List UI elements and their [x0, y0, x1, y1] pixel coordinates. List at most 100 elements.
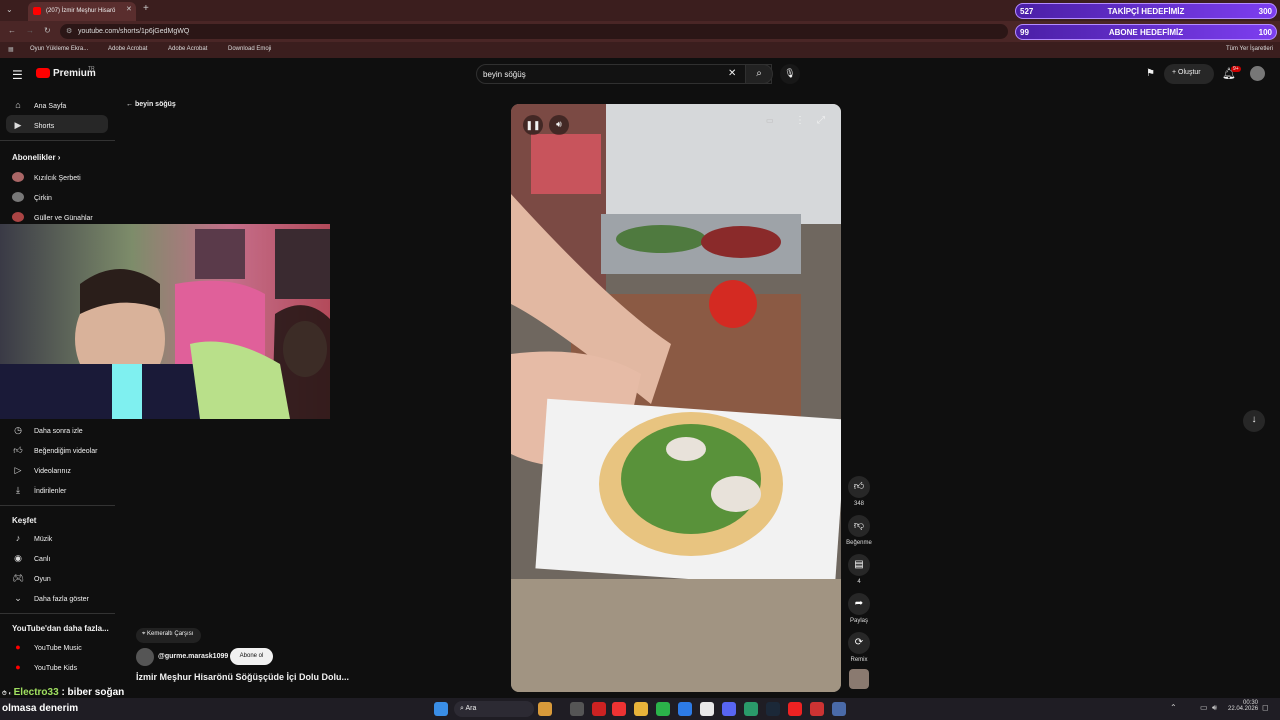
app-icon[interactable] [810, 702, 824, 716]
file-explorer-icon[interactable] [634, 702, 648, 716]
youtube-logo-icon[interactable] [36, 68, 50, 78]
notification-center-icon[interactable]: ◻ [1262, 703, 1269, 712]
network-icon[interactable]: ▭ [1200, 703, 1208, 712]
dislike-button[interactable]: 👎︎ Beğenme [846, 515, 872, 546]
url-text: youtube.com/shorts/1p6jGedMgWQ [78, 28, 190, 35]
taskbar-search[interactable]: ⌕ Ara [454, 701, 534, 717]
chrome-icon[interactable] [700, 702, 714, 716]
app-icon[interactable] [744, 702, 758, 716]
home-icon: ⌂ [15, 100, 21, 110]
bookmark-item[interactable]: Adobe Acrobat [168, 46, 207, 52]
more-options-icon[interactable]: ⋮ [795, 115, 805, 126]
chat-badges-icon: ⏱ ◐ [2, 691, 14, 697]
captions-icon[interactable]: ▭ [766, 116, 774, 125]
browser-tab[interactable]: (207) İzmir Meşhur Hisarö [28, 2, 136, 21]
webcam-image [0, 224, 330, 419]
channel-avatar: • [12, 212, 24, 222]
country-code: TR [88, 66, 95, 72]
channel-name[interactable]: @gurme.marask1099 [158, 653, 228, 660]
create-button[interactable]: + Oluştur [1164, 64, 1214, 84]
app-icon[interactable] [678, 702, 692, 716]
sidebar-item-watch-later[interactable]: ◷ Daha sonra izle [12, 425, 83, 436]
bookmark-item[interactable]: Adobe Acrobat [108, 46, 147, 52]
sidebar-item-liked-videos[interactable]: 👍︎ Beğendiğim videolar [12, 445, 97, 456]
pause-button[interactable]: ❚❚ [523, 115, 543, 135]
sidebar-item-show-more[interactable]: ⌄ Daha fazla göster [12, 593, 89, 604]
volume-icon[interactable]: 🔊︎ [549, 115, 569, 135]
comment-icon: ▤ [848, 554, 870, 576]
location-chip[interactable]: ⌖ Kemeraltı Çarşısı [136, 628, 202, 643]
play-icon: ▷ [14, 465, 22, 475]
app-icon[interactable] [612, 702, 626, 716]
comments-button[interactable]: ▤ 4 [846, 554, 872, 585]
more-from-youtube-heading: YouTube'dan daha fazla... [12, 624, 109, 633]
clear-search-icon[interactable]: ✕ [728, 68, 736, 79]
app-icon[interactable] [592, 702, 606, 716]
tab-close-icon[interactable]: ✕ [126, 5, 132, 13]
sound-thumbnail[interactable] [849, 669, 869, 689]
task-view-icon[interactable] [570, 702, 584, 716]
divider [0, 613, 115, 614]
sidebar-item-your-videos[interactable]: ▷ Videolarınız [12, 465, 71, 476]
fullscreen-icon[interactable]: ⤢ [817, 115, 825, 126]
short-title[interactable]: İzmir Meşhur Hisarönü Söğüşçüde İçi Dolu… [136, 672, 349, 682]
sidebar-item-gaming[interactable]: 🎮︎ Oyun [12, 573, 50, 584]
goal-label: ABONE HEDEFİMİZ [1108, 28, 1184, 37]
subscription-item[interactable]: •Kızılcık Şerbeti [12, 172, 81, 182]
subscription-item[interactable]: •Güller ve Günahlar [12, 212, 93, 222]
remix-button[interactable]: ⟳ Remix [846, 632, 872, 663]
avatar[interactable] [1250, 66, 1265, 81]
music-icon: ♪ [15, 533, 21, 543]
subscribe-button[interactable]: Abone ol [230, 648, 273, 665]
all-bookmarks[interactable]: Tüm Yer İşaretleri [1226, 46, 1273, 52]
sidebar-item-shorts[interactable]: ▶ Shorts [12, 120, 55, 131]
settings-icon[interactable] [832, 702, 846, 716]
chat-user: Electro33 [13, 687, 59, 698]
sidebar-item-live[interactable]: ◉ Canlı [12, 553, 50, 564]
sidebar-item-youtube-kids[interactable]: ● YouTube Kids [12, 662, 77, 672]
url-field[interactable]: ⚙ youtube.com/shorts/1p6jGedMgWQ [60, 24, 1008, 39]
apps-icon[interactable]: ▦ [8, 46, 14, 53]
subscription-item[interactable]: •Çirkin [12, 192, 52, 202]
short-video-player[interactable]: ❚❚ 🔊︎ ▭ ⋮ ⤢ [511, 104, 841, 692]
bookmark-item[interactable]: Download Emoji [228, 46, 271, 52]
download-icon: ⤓ [16, 485, 20, 495]
channel-avatar[interactable] [136, 648, 154, 666]
new-tab-button[interactable]: + [143, 3, 149, 14]
discord-icon[interactable] [722, 702, 736, 716]
like-button[interactable]: 👍︎ 348 [846, 476, 872, 507]
bookmarks-bar: ▦ Oyun Yükleme Ekra... Adobe Acrobat Ado… [0, 42, 1280, 58]
reload-icon[interactable]: ↻ [44, 26, 51, 35]
tray-chevron-icon[interactable]: ⌃ [1170, 703, 1177, 712]
sidebar-item-music[interactable]: ♪ Müzik [12, 533, 53, 543]
share-button[interactable]: ➦ Paylaş [846, 593, 872, 624]
subscriptions-heading[interactable]: Abonelikler › [12, 153, 60, 162]
cast-icon[interactable]: ⚑ [1146, 68, 1155, 79]
back-to-search-button[interactable]: ← beyin söğüş [126, 101, 176, 108]
thumbs-up-icon: 👍︎ [13, 445, 23, 455]
search-button[interactable]: ⌕ [745, 64, 773, 84]
app-icon[interactable] [788, 702, 802, 716]
forward-arrow-icon[interactable]: → [26, 26, 34, 35]
widget-icon[interactable] [538, 702, 552, 716]
site-info-icon[interactable]: ⚙ [66, 27, 72, 35]
sidebar-item-downloads[interactable]: ⤓ İndirilenler [12, 485, 66, 496]
windows-start-icon[interactable] [434, 702, 448, 716]
tab-search-icon[interactable]: ⌄ [6, 5, 13, 14]
bookmark-item[interactable]: Oyun Yükleme Ekra... [30, 46, 88, 52]
create-label: Oluştur [1178, 69, 1201, 76]
hamburger-menu-icon[interactable]: ☰ [12, 68, 23, 82]
youtube-favicon-icon [33, 7, 41, 15]
sidebar-item-youtube-music[interactable]: ● YouTube Music [12, 642, 81, 652]
steam-icon[interactable] [766, 702, 780, 716]
sidebar-item-home[interactable]: ⌂ Ana Sayfa [12, 100, 66, 110]
back-arrow-icon[interactable]: ← [8, 26, 16, 35]
whatsapp-icon[interactable] [656, 702, 670, 716]
share-icon: ➦ [848, 593, 870, 615]
next-short-button[interactable]: ↓ [1243, 410, 1265, 432]
thumbs-up-icon: 👍︎ [848, 476, 870, 498]
clock[interactable]: 00:30 22.04.2026 [1228, 700, 1258, 712]
speaker-icon[interactable]: 🔊︎ [1212, 703, 1217, 713]
back-arrow-icon: ← [126, 101, 135, 108]
voice-search-icon[interactable]: 🎙 [780, 64, 800, 84]
